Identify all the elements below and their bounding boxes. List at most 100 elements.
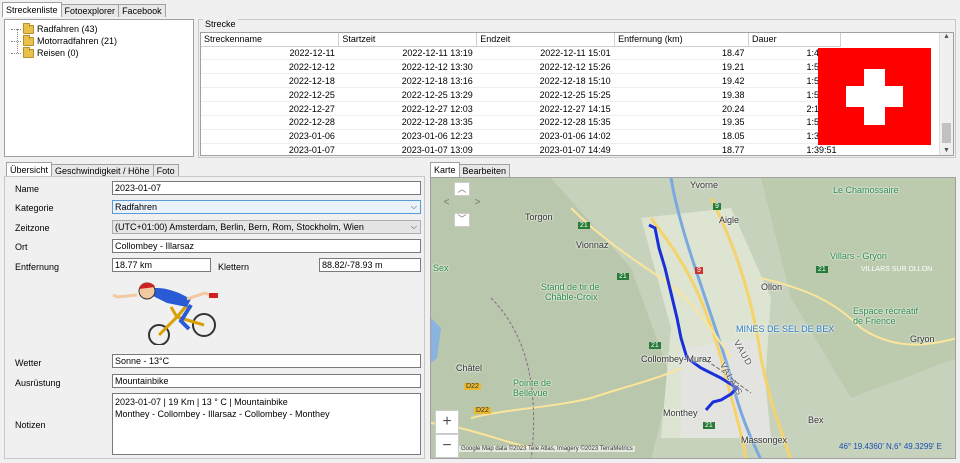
- name-field[interactable]: 2023-01-07: [112, 181, 421, 195]
- ort-field[interactable]: Collombey - Illarsaz: [112, 239, 421, 253]
- map-attribution: Google Map data ©2023 Tele Atlas, Imager…: [459, 446, 635, 452]
- tab-karte[interactable]: Karte: [430, 162, 460, 177]
- road-badge: 9: [713, 203, 721, 210]
- table-cell: 2023-01-06: [201, 129, 339, 144]
- zeitzone-value: (UTC+01:00) Amsterdam, Berlin, Bern, Rom…: [115, 222, 364, 232]
- tab-uebersicht[interactable]: Übersicht: [6, 162, 53, 177]
- table-cell: 1:39:51: [748, 143, 841, 155]
- table-cell: 2022-12-18 13:16: [338, 73, 477, 89]
- chevron-down-icon[interactable]: ⌵: [411, 201, 417, 213]
- map-place: Châble-Croix: [545, 292, 598, 302]
- map-view[interactable]: Yvorne Aigle Torgon Vionnaz Le Chamossai…: [430, 177, 956, 459]
- road-badge: D22: [464, 383, 481, 390]
- cyclist-icon: [112, 282, 218, 346]
- table-cell: 2023-01-07 14:49: [476, 143, 615, 155]
- col-entfernung[interactable]: Entfernung (km): [614, 33, 750, 47]
- table-row[interactable]: 2022-12-27 2022-12-27 12:03 2022-12-27 14:…: [201, 101, 841, 116]
- table-cell: 2022-12-18: [201, 73, 339, 89]
- tab-facebook[interactable]: Facebook: [118, 4, 166, 17]
- table-cell: 19.38: [614, 87, 749, 103]
- category-tree: Radfahren (43) Motorradfahren (21) Reise…: [4, 19, 194, 157]
- tab-fotoexplorer[interactable]: Fotoexplorer: [60, 4, 120, 17]
- pan-control[interactable]: ︿ < > ﹀: [439, 182, 485, 228]
- table-cell: 2022-12-28 13:35: [338, 115, 477, 130]
- tree-item-motorradfahren[interactable]: Motorradfahren (21): [11, 34, 193, 47]
- folder-icon: [23, 22, 34, 34]
- col-streckenname[interactable]: Streckenname: [201, 33, 340, 47]
- table-cell: 2022-12-28: [201, 115, 339, 130]
- notizen-textarea[interactable]: 2023-01-07 | 19 Km | 13 ° C | Mountainbi…: [112, 393, 421, 455]
- road-badge: D22: [474, 407, 491, 414]
- tab-streckenliste[interactable]: Streckenliste: [2, 2, 62, 17]
- top-tab-bar: Streckenliste Fotoexplorer Facebook: [2, 2, 166, 17]
- road-badge: 9: [695, 267, 703, 274]
- map-place: Monthey: [663, 408, 698, 418]
- table-row[interactable]: 2023-01-06 2023-01-06 12:23 2023-01-06 14:…: [201, 129, 841, 144]
- table-row[interactable]: 2023-01-07 2023-01-07 13:09 2023-01-07 14:…: [201, 143, 841, 155]
- scroll-thumb[interactable]: [942, 123, 951, 143]
- table-row[interactable]: 2022-12-18 2022-12-18 13:16 2022-12-18 15:…: [201, 73, 841, 89]
- scroll-up-icon[interactable]: ▲: [940, 33, 953, 40]
- scroll-down-icon[interactable]: ▼: [940, 147, 953, 154]
- entfernung-label: Entfernung: [15, 262, 60, 272]
- map-place: Vionnaz: [576, 240, 609, 250]
- zoom-out-button[interactable]: −: [435, 434, 459, 458]
- table-cell: 19.35: [614, 115, 749, 130]
- tree-label: Motorradfahren (21): [37, 36, 118, 46]
- map-place: Le Chamossaire: [833, 185, 899, 195]
- map-place: Bellevue: [513, 388, 548, 398]
- tree-label: Radfahren (43): [37, 24, 98, 34]
- map-place: MINES DE SEL DE BEX: [736, 324, 835, 334]
- cyclist-image: [107, 277, 225, 346]
- klettern-field[interactable]: 88.82/-78.93 m: [319, 258, 421, 272]
- table-cell: 19.21: [614, 59, 749, 75]
- map-place: Châtel: [456, 363, 483, 373]
- pan-left-icon[interactable]: <: [439, 197, 454, 213]
- table-scrollbar[interactable]: ▲ ▼: [939, 33, 953, 155]
- table-cell: 2022-12-25 15:25: [476, 87, 615, 103]
- col-dauer[interactable]: Dauer: [748, 33, 841, 47]
- map-place: Aigle: [719, 215, 740, 225]
- tree-item-radfahren[interactable]: Radfahren (43): [11, 22, 193, 35]
- table-cell: 2022-12-11: [201, 46, 339, 61]
- zeitzone-label: Zeitzone: [15, 223, 50, 233]
- wetter-field[interactable]: Sonne - 13°C: [112, 354, 421, 368]
- pan-right-icon[interactable]: >: [470, 197, 485, 213]
- pan-down-icon[interactable]: ﹀: [454, 213, 470, 227]
- table-cell: 2023-01-07 13:09: [338, 143, 477, 155]
- entfernung-field[interactable]: 18.77 km: [112, 258, 211, 272]
- map-tab-bar: Karte Bearbeiten: [430, 162, 511, 177]
- table-cell: 2022-12-25 13:29: [338, 87, 477, 103]
- table-cell: 2023-01-06 12:23: [338, 129, 477, 144]
- zeitzone-select[interactable]: (UTC+01:00) Amsterdam, Berlin, Bern, Rom…: [112, 220, 421, 234]
- table-cell: 2022-12-18 15:10: [476, 73, 615, 89]
- table-row[interactable]: 2022-12-12 2022-12-12 13:30 2022-12-12 15:…: [201, 59, 841, 75]
- table-row[interactable]: 2022-12-25 2022-12-25 13:29 2022-12-25 15:…: [201, 87, 841, 103]
- kategorie-select[interactable]: Radfahren ⌵: [112, 200, 421, 214]
- map-place: Villars - Gryon: [830, 251, 887, 261]
- map-place: Collombey-Muraz: [641, 354, 712, 364]
- detail-tab-bar: Übersicht Geschwindigkeit / Höhe Foto: [6, 162, 179, 177]
- table-cell: 18.47: [614, 46, 749, 61]
- table-row[interactable]: 2022-12-28 2022-12-28 13:35 2022-12-28 15:…: [201, 115, 841, 130]
- table-cell: 2022-12-28 15:35: [476, 115, 615, 130]
- table-cell: 2023-01-06 14:02: [476, 129, 615, 144]
- tab-bearbeiten[interactable]: Bearbeiten: [458, 164, 511, 177]
- chevron-down-icon[interactable]: ⌵: [411, 221, 417, 233]
- klettern-label: Klettern: [218, 262, 250, 272]
- road-badge: 21: [816, 266, 828, 273]
- map-place: Stand de tir de: [541, 282, 600, 292]
- tree-item-reisen[interactable]: Reisen (0): [11, 46, 193, 59]
- zoom-in-button[interactable]: +: [435, 410, 459, 434]
- table-row[interactable]: 2022-12-11 2022-12-11 13:19 2022-12-11 15:…: [201, 46, 841, 61]
- map-place: Espace récréatif: [853, 306, 919, 316]
- table-cell: 2022-12-12: [201, 59, 339, 75]
- swiss-flag-image: [818, 48, 931, 145]
- col-startzeit[interactable]: Startzeit: [338, 33, 478, 47]
- pan-up-icon[interactable]: ︿: [454, 182, 470, 196]
- wetter-label: Wetter: [15, 358, 42, 368]
- tree-branch: [11, 52, 21, 54]
- kategorie-value: Radfahren: [115, 202, 158, 212]
- ausruestung-field[interactable]: Mountainbike: [112, 374, 421, 388]
- col-endzeit[interactable]: Endzeit: [476, 33, 616, 47]
